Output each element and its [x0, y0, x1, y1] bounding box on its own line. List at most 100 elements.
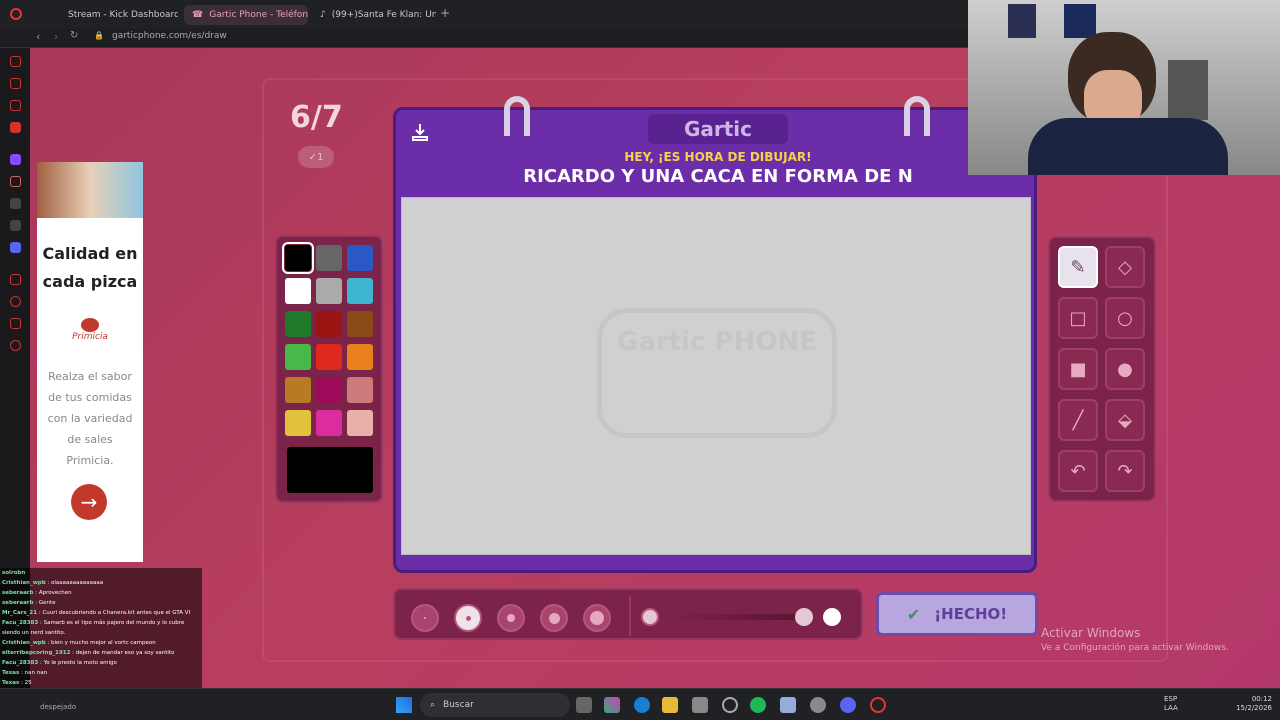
chat-message: Texas : 25 — [2, 678, 202, 688]
clock[interactable]: 00:12 15/2/2026 — [1236, 695, 1272, 713]
color-swatch[interactable] — [316, 278, 342, 304]
pencil-icon: ✎ — [1070, 256, 1086, 278]
tool-ellipse[interactable]: ○ — [1105, 297, 1145, 339]
check-circle-icon: ✔ — [906, 604, 921, 624]
ellipse-icon: ○ — [1117, 307, 1133, 329]
forward-icon[interactable]: › — [54, 30, 58, 43]
color-swatch[interactable] — [347, 377, 373, 403]
discord-app-icon[interactable] — [840, 697, 856, 713]
sidebar-icon-5[interactable] — [10, 274, 21, 285]
color-swatch[interactable] — [316, 410, 342, 436]
color-swatch[interactable] — [285, 311, 311, 337]
back-icon[interactable]: ‹ — [36, 30, 40, 43]
url-field[interactable]: garticphone.com/es/draw — [112, 31, 227, 41]
opera-icon[interactable] — [10, 8, 22, 20]
instagram-icon[interactable] — [10, 176, 21, 187]
color-swatch[interactable] — [285, 278, 311, 304]
brush-size-2[interactable] — [454, 604, 482, 632]
new-tab-button[interactable]: + — [440, 6, 450, 20]
settings-app-icon[interactable] — [810, 697, 826, 713]
settings-icon[interactable] — [10, 340, 21, 351]
stream-chat-overlay: solrobn Cristhian_wpb : olaaaaaaaaaaaaaa s… — [0, 568, 202, 690]
color-swatch[interactable] — [316, 377, 342, 403]
color-swatch[interactable] — [347, 245, 373, 271]
sidebar-icon-2[interactable] — [10, 78, 21, 89]
tool-filled-ellipse[interactable]: ● — [1105, 348, 1145, 390]
brush-size-1[interactable] — [411, 604, 439, 632]
advertisement[interactable]: Calidad en cada pizca Primicia Realza el… — [37, 162, 143, 562]
drawing-canvas[interactable]: Gartic PHONE — [401, 197, 1031, 555]
sidebar-icon-3[interactable] — [10, 100, 21, 111]
chat-text: Aprovechen — [38, 590, 72, 596]
color-swatch[interactable] — [347, 344, 373, 370]
tab-gartic-phone[interactable]: ☎ Gartic Phone - Teléfono D — [184, 5, 308, 25]
binder-ring-right — [904, 96, 930, 136]
store-icon[interactable] — [692, 697, 708, 713]
tool-redo[interactable]: ↷ — [1105, 450, 1145, 492]
notepad-icon[interactable] — [780, 697, 796, 713]
app-icon[interactable] — [722, 697, 738, 713]
brush-size-3[interactable] — [497, 604, 525, 632]
x-icon[interactable] — [10, 220, 21, 231]
tiktok-sidebar-icon[interactable] — [10, 198, 21, 209]
tool-undo[interactable]: ↶ — [1058, 450, 1098, 492]
brush-size-5[interactable] — [583, 604, 611, 632]
copilot-icon[interactable] — [604, 697, 620, 713]
sidebar-icon-6[interactable] — [10, 318, 21, 329]
color-swatch[interactable] — [347, 311, 373, 337]
gartic-logo: Gartic — [648, 114, 788, 144]
tab-kick-dashboard[interactable]: Stream - Kick Dashboard — [54, 5, 178, 25]
weather-widget[interactable]: despejado — [40, 703, 76, 711]
round-badge: ✓ 1 — [298, 146, 334, 168]
language-indicator[interactable]: ESP LAA — [1164, 695, 1178, 713]
tab-label: Stream - Kick Dashboard — [68, 10, 178, 20]
tool-pencil[interactable]: ✎ — [1058, 246, 1098, 288]
color-swatch[interactable] — [316, 311, 342, 337]
color-swatch[interactable] — [282, 242, 314, 274]
chat-username: Cristhian_wpb — [2, 640, 46, 646]
edge-icon[interactable] — [634, 697, 650, 713]
color-swatch[interactable] — [316, 344, 342, 370]
explorer-icon[interactable] — [662, 697, 678, 713]
color-swatch[interactable] — [285, 344, 311, 370]
sidebar-icon-4[interactable] — [10, 122, 21, 133]
opacity-slider[interactable] — [629, 596, 857, 636]
download-icon[interactable] — [410, 122, 430, 142]
tab-tiktok[interactable]: ♪ (99+)Santa Fe Klan: Un Ca — [312, 5, 436, 25]
sidebar-icon-1[interactable] — [10, 56, 21, 67]
reload-icon[interactable]: ↻ — [70, 30, 78, 41]
undo-icon: ↶ — [1070, 460, 1086, 482]
tool-eraser[interactable]: ◇ — [1105, 246, 1145, 288]
color-palette — [275, 235, 383, 503]
windows-activation-watermark: Activar Windows Ve a Configuración para … — [1041, 626, 1229, 653]
taskbar-search[interactable]: ⌕ Buscar — [420, 693, 570, 717]
done-button[interactable]: ✔ ¡HECHO! — [876, 592, 1038, 636]
color-swatch[interactable] — [316, 245, 342, 271]
task-view-icon[interactable] — [576, 697, 592, 713]
brush-dot-icon — [507, 614, 515, 622]
color-swatch[interactable] — [347, 410, 373, 436]
brush-dot-icon — [590, 611, 604, 625]
opacity-knob[interactable] — [795, 608, 813, 626]
color-swatch[interactable] — [285, 377, 311, 403]
tool-line[interactable]: ╱ — [1058, 399, 1098, 441]
start-icon[interactable] — [396, 697, 412, 713]
color-swatch[interactable] — [347, 278, 373, 304]
brush-size-4[interactable] — [540, 604, 568, 632]
twitch-icon[interactable] — [10, 154, 21, 165]
filled-rectangle-icon: ■ — [1069, 358, 1087, 380]
color-swatch[interactable] — [285, 410, 311, 436]
chat-username: Facu_28383 — [2, 620, 39, 626]
spotify-icon[interactable] — [750, 697, 766, 713]
tool-filled-rectangle[interactable]: ■ — [1058, 348, 1098, 390]
tool-rectangle[interactable]: □ — [1058, 297, 1098, 339]
discord-icon[interactable] — [10, 242, 21, 253]
streamer-shirt — [1028, 118, 1228, 175]
history-icon[interactable] — [10, 296, 21, 307]
ad-arrow-button[interactable]: → — [71, 484, 107, 520]
opera-app-icon[interactable] — [870, 697, 886, 713]
tool-fill[interactable]: ⬙ — [1105, 399, 1145, 441]
tool-panel: ✎ ◇ □ ○ ■ ● ╱ ⬙ ↶ ↷ — [1048, 236, 1156, 502]
round-badge-count: 1 — [317, 151, 324, 163]
current-color-preview — [287, 447, 373, 493]
